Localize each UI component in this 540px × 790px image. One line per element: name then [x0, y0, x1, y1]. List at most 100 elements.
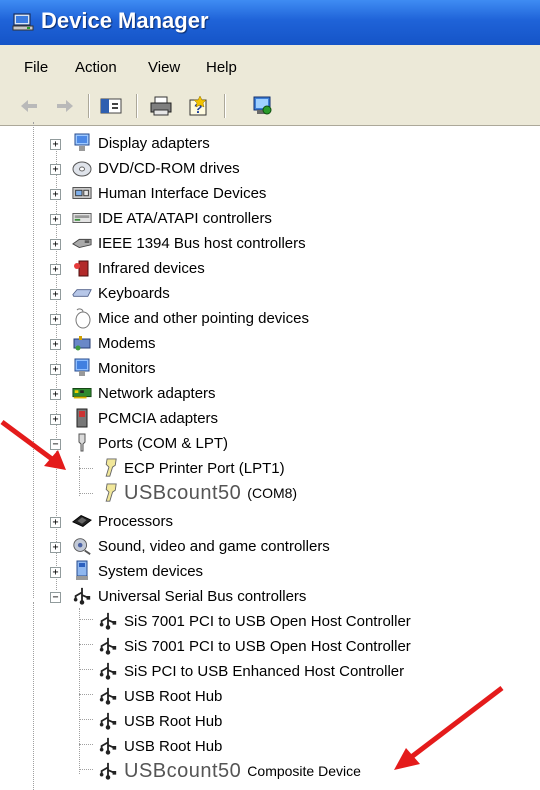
tree-item-usb-controllers[interactable]: Universal Serial Bus controllers	[72, 585, 306, 607]
tree-item-monitors[interactable]: Monitors	[72, 357, 156, 379]
tree-item-usbcount50-com[interactable]: USBcount50 (COM8)	[98, 482, 297, 504]
port-connector-icon	[98, 458, 118, 478]
usb-icon	[98, 761, 118, 781]
annotation-arrow-ports	[0, 420, 66, 470]
usb-icon	[98, 736, 118, 756]
tree-item-usbcount50-composite[interactable]: USBcount50 Composite Device	[98, 760, 361, 782]
tree-item-label: Keyboards	[98, 284, 170, 302]
help-icon[interactable]: ?	[186, 93, 212, 119]
tree-item-label: Mice and other pointing devices	[98, 309, 309, 327]
tree-item-label: System devices	[98, 562, 204, 580]
tree-item-usb-device[interactable]: SiS PCI to USB Enhanced Host Controller	[98, 660, 404, 682]
usb-icon	[98, 661, 118, 681]
expand-human-interface-devices[interactable]: +	[50, 189, 61, 200]
expand-dvd-cd-rom-drives[interactable]: +	[50, 164, 61, 175]
tree-item-label: USBcount50	[124, 481, 242, 504]
expand-monitors[interactable]: +	[50, 364, 61, 375]
expand-mice[interactable]: +	[50, 314, 61, 325]
tree-item-usb-device[interactable]: SiS 7001 PCI to USB Open Host Controller	[98, 610, 411, 632]
expand-ieee1394-controllers[interactable]: +	[50, 239, 61, 250]
tree-item-usb-device[interactable]: USB Root Hub	[98, 685, 222, 707]
usb-icon	[98, 636, 118, 656]
scan-hardware-icon[interactable]	[250, 93, 276, 119]
port-connector-icon	[98, 483, 118, 503]
tree-item-display-adapters[interactable]: Display adapters	[72, 132, 210, 154]
window-title: Device Manager	[41, 8, 209, 33]
tree-item-label: USB Root Hub	[124, 737, 223, 755]
expand-infrared-devices[interactable]: +	[50, 264, 61, 275]
toolbar: ?	[0, 87, 540, 126]
menu-view[interactable]: View	[148, 59, 180, 76]
annotation-arrow-composite	[394, 686, 504, 770]
keyboard-icon	[72, 283, 92, 303]
tree-item-label: SiS PCI to USB Enhanced Host Controller	[124, 662, 405, 680]
tree-item-label: IEEE 1394 Bus host controllers	[98, 234, 306, 252]
usb-icon	[98, 711, 118, 731]
tree-item-human-interface-devices[interactable]: Human Interface Devices	[72, 182, 266, 204]
tree-item-sound-video-game[interactable]: Sound, video and game controllers	[72, 535, 330, 557]
monitor-icon	[72, 358, 92, 378]
tree-item-mice[interactable]: Mice and other pointing devices	[72, 307, 309, 329]
tree-item-infrared-devices[interactable]: Infrared devices	[72, 257, 205, 279]
tree-item-ecp-printer-port[interactable]: ECP Printer Port (LPT1)	[98, 457, 285, 479]
tree-item-processors[interactable]: Processors	[72, 510, 173, 532]
tree-item-label: SiS 7001 PCI to USB Open Host Controller	[124, 637, 411, 655]
expand-modems[interactable]: +	[50, 339, 61, 350]
tree-item-label: Ports (COM & LPT)	[98, 434, 229, 452]
tree-item-label: ECP Printer Port (LPT1)	[124, 459, 285, 477]
expand-display-adapters[interactable]: +	[50, 139, 61, 150]
usb-icon	[98, 611, 118, 631]
ieee1394-icon	[72, 233, 92, 253]
tree-item-usb-device[interactable]: SiS 7001 PCI to USB Open Host Controller	[98, 635, 411, 657]
tree-item-usb-device[interactable]: USB Root Hub	[98, 735, 222, 757]
tree-item-system-devices[interactable]: System devices	[72, 560, 203, 582]
tree-item-label: PCMCIA adapters	[98, 409, 219, 427]
expand-keyboards[interactable]: +	[50, 289, 61, 300]
tree-item-modems[interactable]: Modems	[72, 332, 156, 354]
tree-item-label: Processors	[98, 512, 174, 530]
menu-bar: File Action View Help	[0, 45, 540, 88]
expand-sound-video-game[interactable]: +	[50, 542, 61, 553]
expand-system-devices[interactable]: +	[50, 567, 61, 578]
usb-icon	[72, 586, 92, 606]
tree-item-dvd-cd-rom-drives[interactable]: DVD/CD-ROM drives	[72, 157, 240, 179]
tree-item-label: Infrared devices	[98, 259, 205, 277]
tree-item-suffix: Composite Device	[247, 763, 361, 779]
menu-action[interactable]: Action	[75, 59, 117, 76]
tree-item-keyboards[interactable]: Keyboards	[72, 282, 170, 304]
tree-item-label: USBcount50	[124, 759, 242, 782]
tree-item-label: Monitors	[98, 359, 156, 377]
usb-icon	[98, 686, 118, 706]
tree-item-label: Sound, video and game controllers	[98, 537, 330, 555]
hid-icon	[72, 183, 92, 203]
tree-item-label: IDE ATA/ATAPI controllers	[98, 209, 272, 227]
tree-item-label: DVD/CD-ROM drives	[98, 159, 240, 177]
forward-arrow-icon[interactable]	[52, 93, 78, 119]
expand-network-adapters[interactable]: +	[50, 389, 61, 400]
system-devices-icon	[72, 560, 92, 581]
tree-item-label: Modems	[98, 334, 156, 352]
show-hide-tree-icon[interactable]	[98, 93, 124, 119]
tree-item-usb-device[interactable]: USB Root Hub	[98, 710, 222, 732]
tree-item-ports[interactable]: Ports (COM & LPT)	[72, 432, 228, 454]
device-manager-icon	[12, 12, 36, 34]
infrared-icon	[72, 258, 92, 278]
mouse-icon	[72, 308, 92, 329]
sound-icon	[72, 536, 92, 556]
collapse-usb-controllers[interactable]: −	[50, 592, 61, 603]
expand-ide-controllers[interactable]: +	[50, 214, 61, 225]
dvd-drive-icon	[72, 158, 92, 178]
tree-item-ide-controllers[interactable]: IDE ATA/ATAPI controllers	[72, 207, 272, 229]
tree-item-label: Universal Serial Bus controllers	[98, 587, 307, 605]
tree-item-label: Network adapters	[98, 384, 216, 402]
expand-processors[interactable]: +	[50, 517, 61, 528]
tree-item-ieee1394-controllers[interactable]: IEEE 1394 Bus host controllers	[72, 232, 306, 254]
tree-item-pcmcia-adapters[interactable]: PCMCIA adapters	[72, 407, 218, 429]
tree-item-label: USB Root Hub	[124, 687, 223, 705]
display-adapter-icon	[72, 133, 92, 153]
menu-file[interactable]: File	[24, 59, 48, 76]
tree-item-network-adapters[interactable]: Network adapters	[72, 382, 216, 404]
back-arrow-icon[interactable]	[16, 93, 42, 119]
menu-help[interactable]: Help	[206, 59, 237, 76]
print-icon[interactable]	[148, 93, 174, 119]
